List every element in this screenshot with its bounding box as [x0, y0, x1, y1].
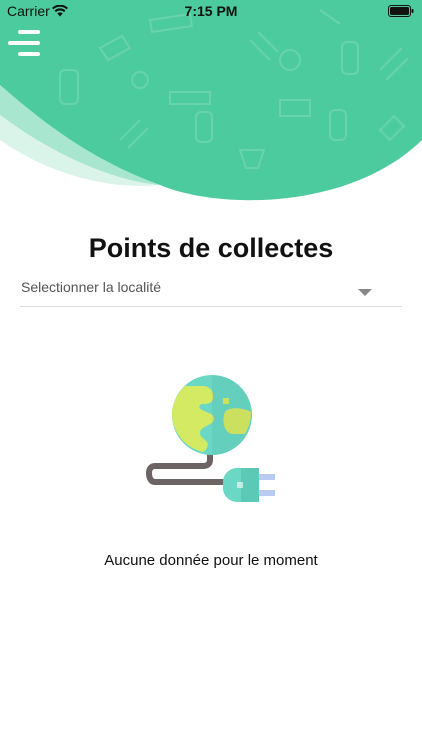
menu-line [18, 30, 40, 34]
battery-icon [388, 4, 414, 20]
status-bar: Carrier 7:15 PM [0, 0, 422, 24]
menu-line [18, 52, 40, 56]
clock-time: 7:15 PM [184, 3, 238, 19]
header-wave-background [0, 0, 422, 201]
menu-line [8, 41, 40, 45]
globe-plug-icon [145, 372, 280, 508]
locality-select-placeholder: Selectionner la localité [21, 279, 162, 295]
locality-select[interactable]: Selectionner la localité [20, 274, 402, 307]
empty-state-message: Aucune donnée pour le moment [104, 552, 318, 569]
chevron-down-icon [358, 289, 372, 296]
hamburger-menu-icon[interactable] [6, 30, 40, 58]
page-title: Points de collectes [88, 233, 334, 263]
header-banner [0, 0, 422, 215]
